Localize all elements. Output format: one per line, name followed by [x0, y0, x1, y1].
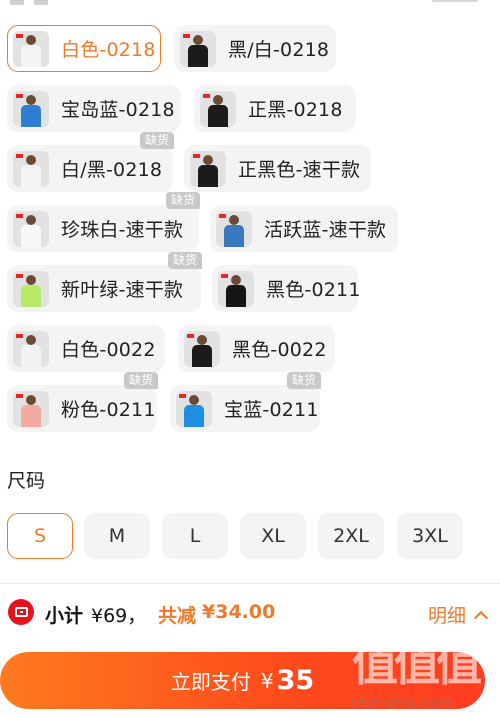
- cropped-header-fragment: [0, 0, 500, 14]
- color-option[interactable]: 白/黑-0218 缺货: [7, 132, 174, 192]
- product-thumbnail: [13, 330, 49, 367]
- color-option-label: 粉色-0211: [61, 399, 156, 421]
- product-thumbnail: [184, 330, 220, 367]
- product-thumbnail: [180, 30, 216, 67]
- product-thumbnail: [13, 90, 49, 127]
- color-option-label: 黑/白-0218: [228, 39, 330, 61]
- product-thumbnail: [13, 210, 49, 247]
- color-option[interactable]: 白色-0218: [7, 25, 161, 72]
- color-option[interactable]: 黑色-0022: [178, 325, 335, 372]
- cropped-text-right: [432, 0, 478, 2]
- color-option-label: 正黑-0218: [248, 99, 343, 121]
- color-option[interactable]: 白色-0022: [7, 325, 165, 372]
- size-option-l[interactable]: L: [162, 513, 228, 559]
- order-summary-bar: 小计 ¥69， 共减 ¥34.00 明细: [0, 592, 500, 636]
- product-thumbnail: [13, 150, 49, 187]
- color-option[interactable]: 宝蓝-0211 缺货: [170, 372, 321, 432]
- color-option[interactable]: 珍珠白-速干款 缺货: [7, 192, 200, 252]
- product-thumbnail: [218, 270, 254, 307]
- size-section-title: 尺码: [7, 470, 46, 492]
- price-detail-label: 明细: [427, 605, 466, 627]
- color-option-label: 黑色-0022: [232, 339, 327, 361]
- price-detail-toggle[interactable]: 明细: [427, 601, 489, 628]
- out-of-stock-badge: 缺货: [167, 252, 202, 269]
- size-option-3xl[interactable]: 3XL: [397, 513, 463, 559]
- pay-amount: 35: [276, 665, 315, 696]
- color-option[interactable]: 宝岛蓝-0218: [7, 85, 181, 132]
- discount-label: 共减: [158, 605, 197, 627]
- color-option-label: 黑色-0211: [266, 279, 361, 301]
- subtotal-value: ¥69，: [91, 605, 147, 627]
- pay-currency: ¥: [260, 668, 274, 693]
- product-thumbnail: [176, 390, 212, 427]
- out-of-stock-badge: 缺货: [123, 372, 158, 389]
- product-thumbnail: [13, 390, 49, 427]
- chevron-up-icon: [473, 610, 489, 625]
- color-option[interactable]: 正黑-0218: [194, 85, 356, 132]
- color-option-label: 白/黑-0218: [61, 159, 163, 181]
- size-option-m[interactable]: M: [84, 513, 150, 559]
- size-option-2xl[interactable]: 2XL: [318, 513, 384, 559]
- color-option-label: 活跃蓝-速干款: [264, 219, 387, 241]
- out-of-stock-badge: 缺货: [165, 192, 200, 209]
- color-option[interactable]: 黑色-0211: [212, 265, 361, 312]
- out-of-stock-badge: 缺货: [286, 372, 321, 389]
- discount-value: ¥34.00: [202, 601, 276, 623]
- color-option-label: 正黑色-速干款: [238, 159, 361, 181]
- color-option[interactable]: 粉色-0211 缺货: [7, 372, 158, 432]
- color-option[interactable]: 活跃蓝-速干款: [210, 205, 398, 252]
- coupon-icon: [8, 599, 34, 625]
- color-option-label: 珍珠白-速干款: [61, 219, 184, 241]
- color-option[interactable]: 黑/白-0218: [174, 25, 336, 72]
- color-option[interactable]: 正黑色-速干款: [184, 145, 371, 192]
- color-option-label: 白色-0022: [61, 339, 156, 361]
- product-thumbnail: [216, 210, 252, 247]
- out-of-stock-badge: 缺货: [139, 132, 174, 149]
- color-option-label: 宝岛蓝-0218: [61, 99, 175, 121]
- product-thumbnail: [13, 270, 49, 307]
- subtotal-label: 小计: [45, 605, 84, 627]
- divider: [0, 583, 500, 584]
- size-option-s[interactable]: S: [7, 513, 73, 559]
- cropped-text-left: [10, 0, 70, 5]
- size-option-xl[interactable]: XL: [240, 513, 306, 559]
- pay-now-button[interactable]: 立即支付 ¥ 35: [0, 652, 485, 709]
- color-option-label: 宝蓝-0211: [224, 399, 319, 421]
- color-option-label: 白色-0218: [61, 39, 156, 61]
- color-option[interactable]: 新叶绿-速干款 缺货: [7, 252, 202, 312]
- color-option-label: 新叶绿-速干款: [61, 279, 184, 301]
- product-thumbnail: [190, 150, 226, 187]
- pay-now-label: 立即支付: [170, 670, 251, 694]
- product-thumbnail: [13, 30, 49, 67]
- product-thumbnail: [200, 90, 236, 127]
